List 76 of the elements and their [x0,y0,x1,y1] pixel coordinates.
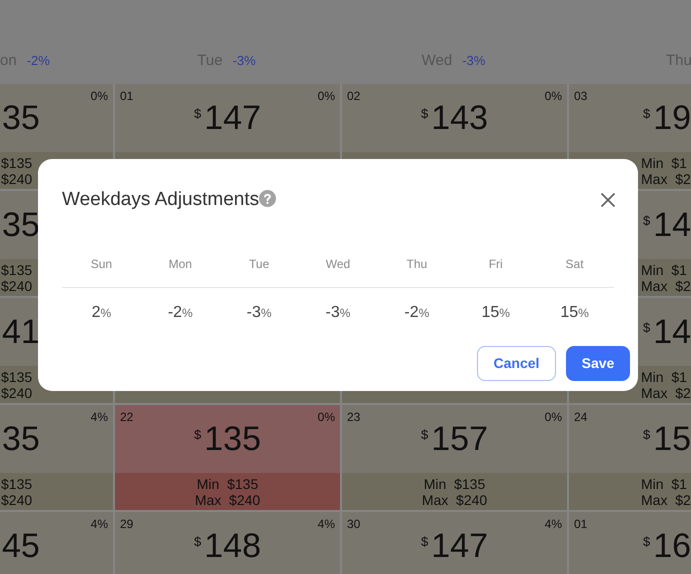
currency-sign: $ [643,426,650,444]
currency-sign: $ [421,426,428,444]
max-price: $240 [0,384,32,400]
currency-sign: $ [421,533,428,551]
day-adjustment: 4% [90,516,108,533]
day-adjustment: 0% [318,88,335,105]
weekday-header: Mon [168,256,192,272]
currency-sign: $ [643,319,650,337]
max-price: Max $2 [641,492,691,508]
day-adjustment: 0% [318,409,335,426]
min-price: $135 [0,476,32,492]
price: 147 [431,526,488,566]
price: 45 [1,526,40,566]
dialog-title: Weekdays Adjustments [62,188,260,212]
currency-sign: $ [194,105,202,123]
day-adjustment: 0% [544,88,562,105]
date-number: 29 [120,516,134,533]
date-number: 22 [120,409,134,426]
date-number: 01 [574,516,588,533]
price: 14 [653,312,691,352]
min-price: $135 [0,368,32,384]
date-number: 24 [574,409,588,426]
weekday-header: Sat [566,256,584,272]
day-adjustment: 4% [318,516,335,533]
max-price: Max $2 [641,278,691,294]
price: 35 [1,98,40,138]
weekday-adjustment: -3% [232,52,256,70]
weekday-adjustment: -3% [462,52,486,70]
date-number: 03 [574,88,588,105]
currency-sign: $ [421,105,428,123]
weekday-header: Thu [406,256,428,272]
min-price: Min $135 [196,476,258,492]
price: 157 [431,419,488,459]
weekday-adjustment: -2% [26,52,50,70]
day-adjustment: 0% [90,88,108,105]
price: 143 [431,98,488,138]
min-price: $135 [0,154,32,170]
max-price: $240 [0,170,32,186]
currency-sign: $ [643,105,650,123]
price: 35 [1,419,40,459]
min-price: Min $1 [641,476,687,492]
max-price: $240 [0,278,32,294]
max-price: Max $240 [422,492,488,508]
weekday-header: Sun [90,256,112,272]
weekday-header: Fri [488,256,503,272]
price: 148 [204,526,261,566]
currency-sign: $ [194,426,202,444]
min-price: Min $135 [424,476,486,492]
price: 14 [653,205,691,245]
price: 16 [653,526,691,566]
currency-sign: $ [643,212,650,230]
price: 147 [204,98,261,138]
date-number: 01 [120,88,134,105]
weekday-header: Wed [326,256,350,272]
price: 135 [204,419,261,459]
max-price: $240 [0,492,32,508]
currency-sign: $ [194,533,202,551]
day-adjustment: 4% [544,516,562,533]
max-price: Max $2 [641,170,691,186]
min-price: $135 [0,262,32,278]
min-price: Min $1 [641,368,687,384]
price: 41 [1,312,40,352]
weekday-header: Tue [249,256,270,272]
date-number: 23 [347,409,360,426]
price: 15 [653,419,691,459]
max-price: Max $240 [194,492,260,508]
currency-sign: $ [643,533,650,551]
price: 35 [1,205,40,245]
min-price: Min $1 [641,154,687,170]
date-number: 02 [347,88,360,105]
min-price: Min $1 [641,262,687,278]
date-number: 30 [347,516,360,533]
price: 19 [653,98,691,138]
day-adjustment: 4% [90,409,108,426]
max-price: Max $2 [641,384,691,400]
day-adjustment: 0% [544,409,562,426]
